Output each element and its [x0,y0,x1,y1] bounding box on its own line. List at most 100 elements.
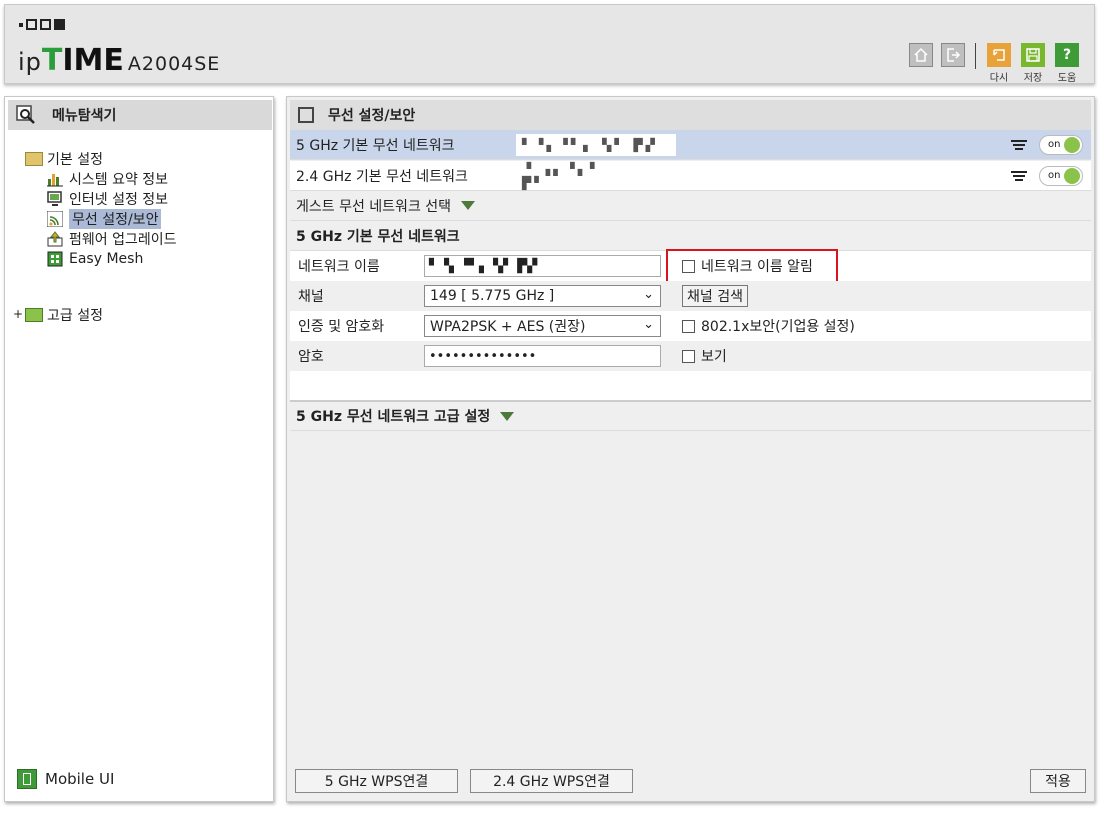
folder-icon [25,152,43,166]
section-title: 5 GHz 기본 무선 네트워크 [290,221,1091,251]
mesh-icon [47,251,63,267]
dropdown-triangle-icon [461,201,476,210]
brand-dots-logo [19,19,65,30]
model-name: A2004SE [127,53,221,75]
sidebar-item-label: 펌웨어 업그레이드 [69,232,177,248]
undo-label: 다시 [989,73,1009,84]
chevron-down-icon: ⌄ [643,317,654,332]
toggle-label: on [1048,170,1061,181]
sidebar-item-label: 인터넷 설정 정보 [69,192,169,208]
brand-time: TIME [41,43,124,78]
filter-lock-icon[interactable] [1011,138,1029,152]
sidebar-item-easy-mesh[interactable]: Easy Mesh [47,249,181,269]
help-icon: ? [1055,43,1079,67]
guest-network-label: 게스트 무선 네트워크 선택 [296,198,452,215]
tree-node-basic-label: 기본 설정 [47,152,103,168]
help-button[interactable]: ? 도움 [1054,43,1080,84]
wifi-icon [46,210,64,228]
search-icon [16,105,36,125]
broadcast-ssid-checkbox[interactable] [682,259,695,273]
network-row-24ghz[interactable]: 2.4 GHz 기본 무선 네트워크 ▝ ▗▖▝▖▘ ▛▘ on [290,161,1091,191]
show-password-option[interactable]: 보기 [682,346,727,366]
network-24ghz-toggle[interactable]: on [1039,165,1083,186]
advanced-settings-label: 5 GHz 무선 네트워크 고급 설정 [296,409,491,425]
apply-button[interactable]: 적용 [1030,769,1086,793]
broadcast-ssid-option[interactable]: 네트워크 이름 알림 [682,256,813,276]
main-panel: 무선 설정/보안 5 GHz 기본 무선 네트워크 ▘▝▖▝▘▖ ▚▘ ▛▞ o… [286,96,1095,802]
sidebar-item-label: 시스템 요약 정보 [69,172,169,188]
menu-explorer: 메뉴탐색기 기본 설정 시스템 요약 정보 인터넷 설정 정보 무선 설정/보안… [4,96,274,802]
network-5ghz-label: 5 GHz 기본 무선 네트워크 [296,137,455,154]
menu-explorer-title: 메뉴탐색기 [8,100,272,130]
undo-icon [987,43,1011,67]
folder-plus-icon [25,308,43,322]
menu-explorer-label: 메뉴탐색기 [52,108,117,124]
sidebar-item-firmware[interactable]: 펌웨어 업그레이드 [47,229,181,249]
network-24ghz-label: 2.4 GHz 기본 무선 네트워크 [296,168,468,185]
sidebar-item-label: 무선 설정/보안 [69,209,162,229]
network-5ghz-toggle[interactable]: on [1039,134,1083,155]
network-name-label: 네트워크 이름 [298,259,380,275]
form-row-network-name: 네트워크 이름 ▘▝▖▝▘▖ ▚▘ ▛▞ 네트워크 이름 알림 [290,249,1091,283]
channel-value: 149 [ 5.775 GHz ] [430,288,555,304]
upload-icon [47,231,63,247]
wps-5ghz-button[interactable]: 5 GHz WPS연결 [295,769,458,793]
filter-lock-icon[interactable] [1011,169,1029,183]
app-header: ipTIME A2004SE 다시 저장 ? 도움 [4,4,1095,84]
broadcast-ssid-label: 네트워크 이름 알림 [701,259,813,275]
wps-24ghz-button[interactable]: 2.4 GHz WPS연결 [470,769,633,793]
tree-node-advanced-label: 고급 설정 [47,308,103,324]
password-label: 암호 [298,349,324,365]
page-title: 무선 설정/보안 [328,108,416,124]
enterprise-label: 802.1x보안(기업용 설정) [701,319,855,335]
network-name-input[interactable]: ▘▝▖▝▘▖ ▚▘ ▛▞ [424,255,661,277]
home-icon[interactable] [909,43,933,67]
form-row-auth: 인증 및 암호화 WPA2PSK + AES (권장) ⌄ 802.1x보안(기… [290,311,1091,341]
network-5ghz-ssid: ▘▝▖▝▘▖ ▚▘ ▛▞ [516,133,676,156]
form-spacer [290,371,1091,401]
auth-value: WPA2PSK + AES (권장) [430,319,586,335]
chart-icon [47,171,63,187]
sidebar-item-internet[interactable]: 인터넷 설정 정보 [47,189,181,209]
sidebar-item-label: Easy Mesh [69,251,144,267]
expand-icon[interactable]: + [13,307,23,321]
toggle-label: on [1048,139,1061,150]
auth-label: 인증 및 암호화 [298,319,385,335]
save-label: 저장 [1023,73,1043,84]
tree-node-basic[interactable]: 기본 설정 [25,149,181,169]
sidebar-item-system-summary[interactable]: 시스템 요약 정보 [47,169,181,189]
enterprise-checkbox[interactable] [682,319,695,333]
channel-select[interactable]: 149 [ 5.775 GHz ] ⌄ [424,285,661,307]
network-row-5ghz[interactable]: 5 GHz 기본 무선 네트워크 ▘▝▖▝▘▖ ▚▘ ▛▞ on [290,130,1091,160]
auth-select[interactable]: WPA2PSK + AES (권장) ⌄ [424,315,661,337]
save-icon [1021,43,1045,67]
network-24ghz-ssid: ▝ ▗▖▝▖▘ ▛▘ [516,162,626,190]
tree-advanced: 고급 설정 [25,305,103,325]
form-row-password: 암호 •••••••••••••• 보기 [290,341,1091,371]
channel-label: 채널 [298,289,324,305]
brand-logo: ipTIME A2004SE [18,43,220,78]
help-label: 도움 [1057,73,1077,84]
save-button[interactable]: 저장 [1020,43,1046,84]
mobile-ui-link[interactable]: Mobile UI [17,769,114,789]
logout-icon[interactable] [941,43,965,67]
section-title-label: 5 GHz 기본 무선 네트워크 [296,228,460,245]
enterprise-option[interactable]: 802.1x보안(기업용 설정) [682,316,855,336]
show-password-checkbox[interactable] [682,349,695,363]
password-input[interactable]: •••••••••••••• [424,345,661,367]
guest-network-select[interactable]: 게스트 무선 네트워크 선택 [290,191,1091,221]
advanced-settings-toggle[interactable]: 5 GHz 무선 네트워크 고급 설정 [290,401,1091,431]
tree-node-advanced[interactable]: 고급 설정 [25,305,103,325]
brand-prefix: ip [18,48,42,76]
monitor-icon [47,191,63,207]
window-icon [298,107,314,123]
page-title-bar: 무선 설정/보안 [290,100,1091,130]
chevron-down-icon: ⌄ [643,287,654,302]
channel-scan-button[interactable]: 채널 검색 [682,285,748,307]
form-row-channel: 채널 149 [ 5.775 GHz ] ⌄ 채널 검색 [290,281,1091,311]
menu-tree: 기본 설정 시스템 요약 정보 인터넷 설정 정보 무선 설정/보안 펌웨어 업… [25,149,181,269]
mobile-icon [17,769,37,789]
undo-button[interactable]: 다시 [986,43,1012,84]
show-password-label: 보기 [701,349,727,365]
sidebar-item-wireless[interactable]: 무선 설정/보안 [46,209,181,229]
